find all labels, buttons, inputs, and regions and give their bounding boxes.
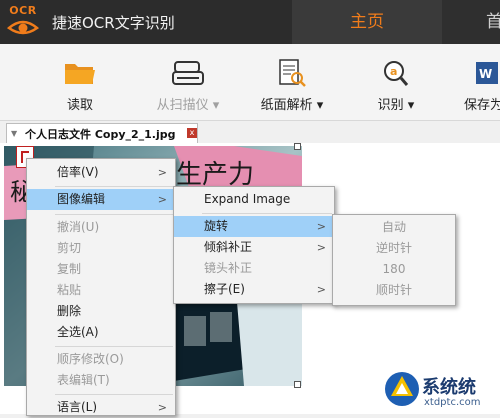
chevron-right-icon: > [157, 166, 167, 179]
menu-item-label: 表编辑(T) [57, 373, 110, 387]
menu-item-select-all[interactable]: 全选(A) [27, 322, 175, 343]
menu-item-copy[interactable]: 复制 [27, 259, 175, 280]
resize-handle[interactable] [294, 381, 301, 388]
scan-button[interactable]: 从扫描仪 ▾ [146, 54, 230, 116]
menu-item-image-edit[interactable]: 图像编辑 > [27, 189, 175, 210]
menu-item-auto[interactable]: 自动 [333, 217, 455, 238]
menu-item-label: 逆时针 [375, 241, 412, 255]
menu-item-label: 顺时针 [375, 283, 412, 297]
chevron-right-icon: > [157, 193, 167, 206]
menu-item-rotate[interactable]: 旋转 > [174, 216, 334, 237]
document-search-icon [279, 59, 306, 87]
parse-label: 纸面解析 ▾ [260, 98, 324, 113]
menu-separator [55, 346, 173, 347]
watermark-logo-icon [385, 372, 419, 406]
menu-item-cut[interactable]: 剪切 [27, 238, 175, 259]
watermark-title: 系统统 [422, 377, 476, 398]
menu-separator [55, 394, 173, 395]
close-tab-icon[interactable]: x [187, 128, 197, 138]
menu-item-lens-correction[interactable]: 镜头补正 [174, 258, 334, 279]
app-title: 捷速OCR文字识别 [52, 14, 175, 32]
menu-item-label: 倾斜补正 [204, 240, 253, 254]
menu-item-label: 图像编辑 [57, 192, 106, 206]
menu-item-label: 倍率(V) [57, 165, 99, 179]
menu-item-paste[interactable]: 粘贴 [27, 280, 175, 301]
watermark-url: xtdptc.com [424, 397, 481, 408]
chevron-right-icon: > [316, 283, 326, 296]
chevron-right-icon: > [157, 401, 167, 414]
menu-item-undo[interactable]: 撤消(U) [27, 217, 175, 238]
save-button[interactable]: W 保存为 [460, 54, 500, 116]
menu-item-180[interactable]: 180 [333, 259, 455, 280]
menu-item-label: 自动 [381, 220, 406, 234]
toolbar: 读取 从扫描仪 ▾ 纸面解析 ▾ a 识别 ▾ W 保存为 [0, 44, 500, 121]
menu-item-label: 复制 [57, 262, 82, 276]
svg-text:a: a [390, 65, 397, 78]
tab-grip-icon: ▼ [11, 129, 18, 138]
document-tab-name: 个人日志文件 Copy_2_1.jpg [25, 128, 176, 141]
menu-item-expand-image[interactable]: Expand Image [174, 189, 334, 210]
menu-item-eraser[interactable]: 擦子(E) > [174, 279, 334, 300]
menu-item-counterclockwise[interactable]: 逆时针 [333, 238, 455, 259]
menu-item-label: Expand Image [204, 192, 291, 206]
word-document-icon: W [476, 62, 498, 84]
recognize-label: 识别 ▾ [377, 98, 415, 113]
document-tab[interactable]: ▼ 个人日志文件 Copy_2_1.jpg x [6, 123, 198, 143]
folder-icon [65, 64, 95, 84]
rotate-submenu: 自动 逆时针 180 顺时针 [332, 214, 456, 306]
menu-item-label: 180 [382, 262, 406, 276]
menu-item-label: 撤消(U) [57, 220, 100, 234]
menu-item-language[interactable]: 语言(L) > [27, 397, 175, 418]
menu-item-delete[interactable]: 删除 [27, 301, 175, 322]
nav-next-tab[interactable]: 首 [442, 0, 500, 44]
chevron-right-icon: > [316, 220, 326, 233]
scan-label: 从扫描仪 ▾ [156, 98, 220, 113]
resize-handle[interactable] [294, 143, 301, 150]
menu-separator [55, 186, 173, 187]
menu-item-label: 全选(A) [57, 325, 99, 339]
svg-text:W: W [479, 67, 492, 81]
read-button[interactable]: 读取 [48, 54, 112, 116]
title-bar: OCR 捷速OCR文字识别 主页 首 [0, 0, 500, 44]
menu-item-reorder[interactable]: 顺序修改(O) [27, 349, 175, 370]
menu-item-deskew[interactable]: 倾斜补正 > [174, 237, 334, 258]
image-edit-submenu: Expand Image 旋转 > 倾斜补正 > 镜头补正 擦子(E) > [173, 186, 335, 304]
menu-item-table-edit[interactable]: 表编辑(T) [27, 370, 175, 391]
menu-separator [55, 214, 173, 215]
scanner-icon [172, 61, 204, 85]
menu-item-label: 语言(L) [57, 400, 98, 414]
menu-item-label: 剪切 [57, 241, 82, 255]
recognize-button[interactable]: a 识别 ▾ [366, 54, 426, 116]
menu-item-clockwise[interactable]: 顺时针 [333, 280, 455, 301]
ocr-magnifier-icon: a [384, 61, 409, 86]
menu-item-label: 擦子(E) [204, 282, 245, 296]
app-logo: OCR [6, 4, 40, 40]
menu-item-label: 旋转 [204, 219, 229, 233]
chevron-right-icon: > [316, 241, 326, 254]
menu-item-label: 镜头补正 [204, 261, 253, 275]
watermark: 系统统 xtdptc.com [384, 365, 500, 414]
parse-button[interactable]: 纸面解析 ▾ [252, 54, 332, 116]
menu-item-label: 粘贴 [57, 283, 82, 297]
menu-item-zoom[interactable]: 倍率(V) > [27, 162, 175, 183]
menu-item-label: 删除 [57, 304, 82, 318]
eye-icon [6, 20, 40, 35]
menu-separator [202, 213, 332, 214]
menu-item-label: 顺序修改(O) [57, 352, 124, 366]
read-label: 读取 [66, 98, 93, 113]
save-label: 保存为 [464, 98, 500, 113]
document-tab-strip: ▼ 个人日志文件 Copy_2_1.jpg x [0, 121, 500, 144]
context-menu: 倍率(V) > 图像编辑 > 撤消(U) 剪切 复制 粘贴 删除 全选(A) 顺… [26, 158, 176, 416]
nav-home-tab[interactable]: 主页 [292, 0, 442, 44]
